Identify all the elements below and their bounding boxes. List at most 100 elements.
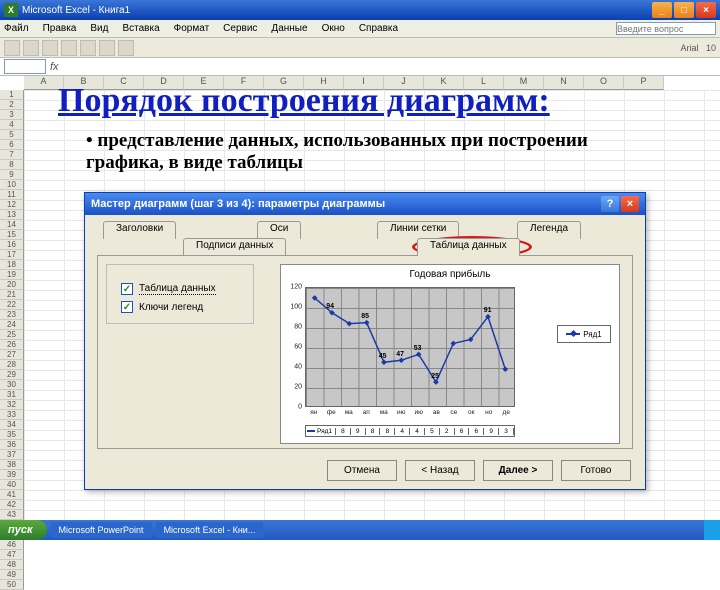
row-header[interactable]: 36 — [0, 440, 24, 450]
row-header[interactable]: 40 — [0, 480, 24, 490]
minimize-button[interactable]: _ — [652, 2, 672, 18]
bullet-text: представление данных, использованных при… — [86, 130, 660, 174]
tab-gridlines[interactable]: Линии сетки — [377, 221, 459, 239]
row-header[interactable]: 12 — [0, 200, 24, 210]
row-header[interactable]: 3 — [0, 110, 24, 120]
data-label: 91 — [484, 307, 492, 314]
menu-edit[interactable]: Правка — [43, 23, 77, 34]
menu-tools[interactable]: Сервис — [223, 23, 257, 34]
row-header[interactable]: 21 — [0, 290, 24, 300]
row-header[interactable]: 31 — [0, 390, 24, 400]
row-header[interactable]: 8 — [0, 160, 24, 170]
menu-window[interactable]: Окно — [322, 23, 345, 34]
row-header[interactable]: 47 — [0, 550, 24, 560]
tab-legend[interactable]: Легенда — [517, 221, 581, 239]
row-header[interactable]: 22 — [0, 300, 24, 310]
row-header[interactable]: 23 — [0, 310, 24, 320]
name-box[interactable] — [4, 59, 46, 74]
menu-file[interactable]: Файл — [4, 23, 29, 34]
row-header[interactable]: 7 — [0, 150, 24, 160]
start-button[interactable]: пуск — [0, 520, 47, 540]
close-button[interactable]: × — [696, 2, 716, 18]
row-header[interactable]: 14 — [0, 220, 24, 230]
row-header[interactable]: 34 — [0, 420, 24, 430]
taskbar-item[interactable]: Microsoft PowerPoint — [51, 522, 152, 538]
row-header[interactable]: 11 — [0, 190, 24, 200]
finish-button[interactable]: Готово — [561, 460, 631, 481]
menu-format[interactable]: Формат — [174, 23, 210, 34]
row-header[interactable]: 19 — [0, 270, 24, 280]
tab-data-labels[interactable]: Подписи данных — [183, 238, 286, 256]
next-button[interactable]: Далее > — [483, 460, 553, 481]
row-header[interactable]: 33 — [0, 410, 24, 420]
row-header[interactable]: 4 — [0, 120, 24, 130]
row-header[interactable]: 6 — [0, 140, 24, 150]
dialog-help-button[interactable]: ? — [601, 196, 619, 212]
x-tick-label: но — [480, 409, 498, 416]
row-header[interactable]: 42 — [0, 500, 24, 510]
row-header[interactable]: 30 — [0, 380, 24, 390]
col-header[interactable]: P — [624, 76, 664, 90]
paste-icon[interactable] — [118, 40, 134, 56]
row-header[interactable]: 17 — [0, 250, 24, 260]
row-header[interactable]: 32 — [0, 400, 24, 410]
save-icon[interactable] — [42, 40, 58, 56]
col-header[interactable]: O — [584, 76, 624, 90]
row-header[interactable]: 49 — [0, 570, 24, 580]
menu-help[interactable]: Справка — [359, 23, 398, 34]
row-header[interactable]: 27 — [0, 350, 24, 360]
chart-preview: Годовая прибыль 120 100 80 60 40 20 0 94… — [280, 264, 620, 444]
row-header[interactable]: 48 — [0, 560, 24, 570]
copy-icon[interactable] — [99, 40, 115, 56]
data-label: 85 — [361, 313, 369, 320]
tab-titles[interactable]: Заголовки — [103, 221, 176, 239]
help-search-input[interactable] — [616, 22, 716, 35]
row-header[interactable]: 37 — [0, 450, 24, 460]
row-header[interactable]: 16 — [0, 240, 24, 250]
row-header[interactable]: 2 — [0, 100, 24, 110]
open-icon[interactable] — [23, 40, 39, 56]
row-header[interactable]: 15 — [0, 230, 24, 240]
menu-insert[interactable]: Вставка — [122, 23, 159, 34]
row-header[interactable]: 50 — [0, 580, 24, 590]
window-title: Microsoft Excel - Книга1 — [22, 5, 130, 16]
menu-data[interactable]: Данные — [271, 23, 307, 34]
row-header[interactable]: 29 — [0, 370, 24, 380]
dialog-close-button[interactable]: × — [621, 196, 639, 212]
row-header[interactable]: 39 — [0, 470, 24, 480]
row-header[interactable]: 28 — [0, 360, 24, 370]
x-tick-label: ию — [410, 409, 428, 416]
row-header[interactable]: 10 — [0, 180, 24, 190]
print-icon[interactable] — [61, 40, 77, 56]
maximize-button[interactable]: □ — [674, 2, 694, 18]
system-tray[interactable] — [704, 520, 720, 540]
checkbox-legend-keys-row[interactable]: ✓ Ключи легенд — [121, 301, 203, 313]
row-header[interactable]: 38 — [0, 460, 24, 470]
row-header[interactable]: 18 — [0, 260, 24, 270]
row-header[interactable]: 24 — [0, 320, 24, 330]
tab-axes[interactable]: Оси — [257, 221, 301, 239]
back-button[interactable]: < Назад — [405, 460, 475, 481]
x-tick-label: ма — [340, 409, 358, 416]
row-header[interactable]: 26 — [0, 340, 24, 350]
cancel-button[interactable]: Отмена — [327, 460, 397, 481]
row-header[interactable]: 35 — [0, 430, 24, 440]
row-header[interactable]: 25 — [0, 330, 24, 340]
row-header[interactable]: 41 — [0, 490, 24, 500]
new-icon[interactable] — [4, 40, 20, 56]
row-header[interactable]: 5 — [0, 130, 24, 140]
data-label: 45 — [379, 353, 387, 360]
taskbar-item[interactable]: Microsoft Excel - Кни... — [156, 522, 264, 538]
checkbox-data-table-row[interactable]: ✓ Таблица данных — [121, 283, 216, 295]
tab-data-table[interactable]: Таблица данных — [417, 238, 520, 256]
row-header[interactable]: 13 — [0, 210, 24, 220]
row-header[interactable]: 20 — [0, 280, 24, 290]
row-header[interactable]: 43 — [0, 510, 24, 520]
col-header[interactable]: N — [544, 76, 584, 90]
menu-view[interactable]: Вид — [90, 23, 108, 34]
cut-icon[interactable] — [80, 40, 96, 56]
row-header[interactable]: 9 — [0, 170, 24, 180]
row-header[interactable]: 1 — [0, 90, 24, 100]
fx-icon[interactable]: fx — [50, 61, 68, 73]
row-header[interactable]: 46 — [0, 540, 24, 550]
